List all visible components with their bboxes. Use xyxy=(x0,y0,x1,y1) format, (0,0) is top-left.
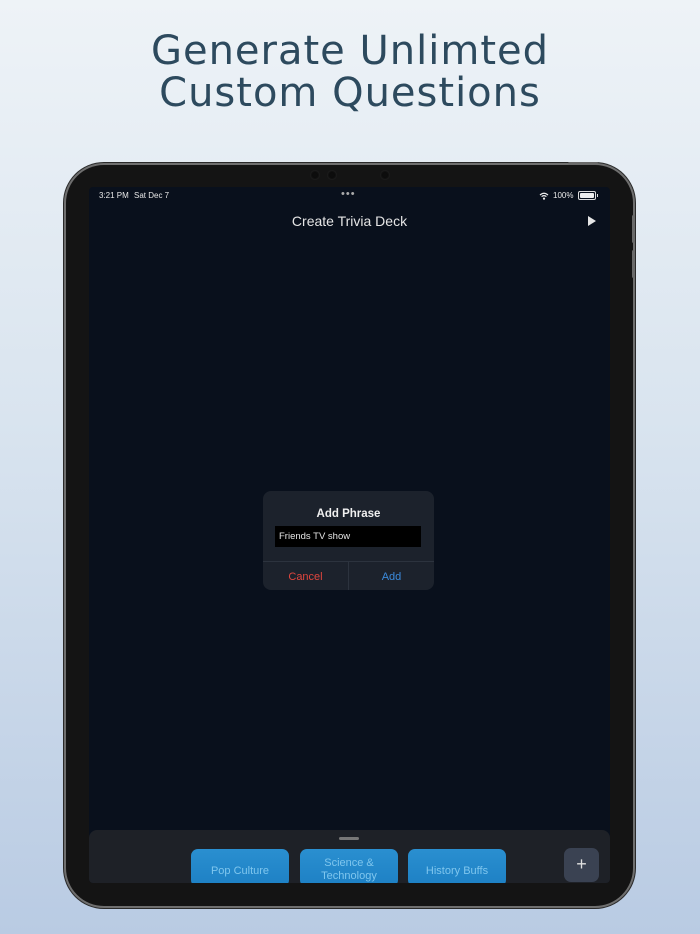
camera-icon xyxy=(310,170,320,180)
battery-tip xyxy=(596,194,598,197)
play-icon[interactable] xyxy=(588,216,596,226)
phrase-input[interactable] xyxy=(275,526,421,547)
dialog-actions: Cancel Add xyxy=(263,561,434,590)
camera-bar xyxy=(305,170,395,182)
status-date: Sat Dec 7 xyxy=(134,191,170,200)
wifi-icon xyxy=(539,192,549,200)
multitasking-dots-icon[interactable]: ••• xyxy=(341,188,356,200)
deck-bottom-sheet: Pop Culture Science & Technology History… xyxy=(89,830,610,883)
status-right: 100% xyxy=(539,191,598,200)
app-screen: 3:21 PM Sat Dec 7 ••• 100% Create Trivia… xyxy=(89,187,610,883)
status-bar: 3:21 PM Sat Dec 7 ••• 100% xyxy=(89,187,610,205)
headline-line-1: Generate Unlimted xyxy=(150,28,550,74)
headline-line-2: Custom Questions xyxy=(159,70,541,116)
add-button[interactable]: Add xyxy=(349,562,434,590)
sensor-icon xyxy=(327,170,337,180)
headline: Generate Unlimted Custom Questions xyxy=(0,30,700,114)
add-phrase-dialog: Add Phrase Cancel Add xyxy=(263,491,434,590)
status-time: 3:21 PM xyxy=(99,191,129,200)
cancel-button[interactable]: Cancel xyxy=(263,562,349,590)
volume-up-button xyxy=(632,215,635,243)
top-button xyxy=(568,162,598,165)
page-title: Create Trivia Deck xyxy=(291,213,408,229)
sensor-icon xyxy=(380,170,390,180)
deck-tile-history-buffs[interactable]: History Buffs xyxy=(408,849,506,883)
battery-percent: 100% xyxy=(553,191,574,200)
battery-icon xyxy=(577,191,596,200)
sheet-grabber[interactable] xyxy=(339,837,359,840)
volume-down-button xyxy=(632,250,635,278)
dialog-title: Add Phrase xyxy=(316,508,381,520)
deck-tile-science-technology[interactable]: Science & Technology xyxy=(300,849,398,883)
deck-tile-pop-culture[interactable]: Pop Culture xyxy=(191,849,289,883)
add-deck-button[interactable]: + xyxy=(564,848,599,882)
